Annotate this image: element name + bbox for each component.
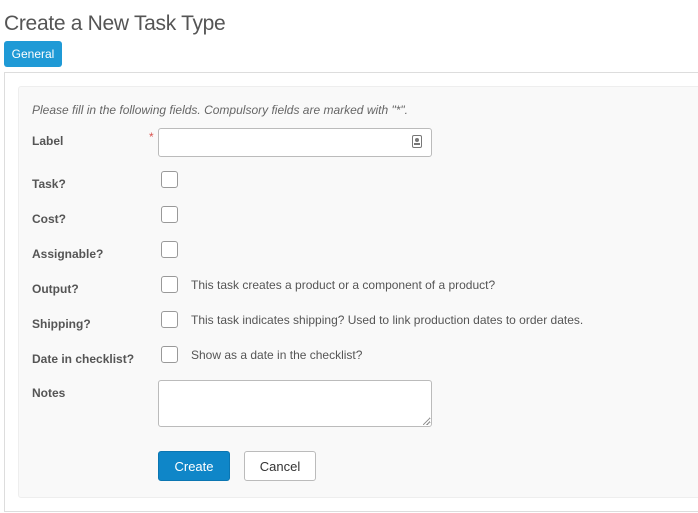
date-in-checklist-hint: Show as a date in the checklist? — [191, 348, 363, 362]
shipping-field-label: Shipping? — [32, 317, 91, 331]
output-hint: This task creates a product or a compone… — [191, 278, 496, 292]
notes-field-label: Notes — [32, 386, 66, 400]
date-in-checklist-field-label: Date in checklist? — [32, 352, 135, 366]
form-instructions: Please fill in the following fields. Com… — [32, 103, 409, 117]
notes-textarea[interactable] — [158, 380, 432, 427]
shipping-hint: This task indicates shipping? Used to li… — [191, 313, 584, 327]
label-input[interactable] — [158, 128, 432, 157]
page-title: Create a New Task Type — [4, 12, 226, 35]
output-checkbox[interactable] — [161, 276, 178, 293]
task-field-label: Task? — [32, 177, 66, 191]
cost-field-label: Cost? — [32, 212, 66, 226]
cost-checkbox[interactable] — [161, 206, 178, 223]
date-in-checklist-checkbox[interactable] — [161, 346, 178, 363]
cancel-button[interactable]: Cancel — [244, 451, 316, 481]
assignable-checkbox[interactable] — [161, 241, 178, 258]
assignable-field-label: Assignable? — [32, 247, 104, 261]
create-button[interactable]: Create — [158, 451, 230, 481]
tab-general[interactable]: General — [4, 41, 62, 67]
output-field-label: Output? — [32, 282, 79, 296]
task-checkbox[interactable] — [161, 171, 178, 188]
required-marker: * — [149, 130, 154, 144]
label-field-label: Label — [32, 134, 64, 148]
contact-card-icon — [412, 135, 422, 148]
resize-handle-icon[interactable] — [423, 418, 430, 425]
shipping-checkbox[interactable] — [161, 311, 178, 328]
